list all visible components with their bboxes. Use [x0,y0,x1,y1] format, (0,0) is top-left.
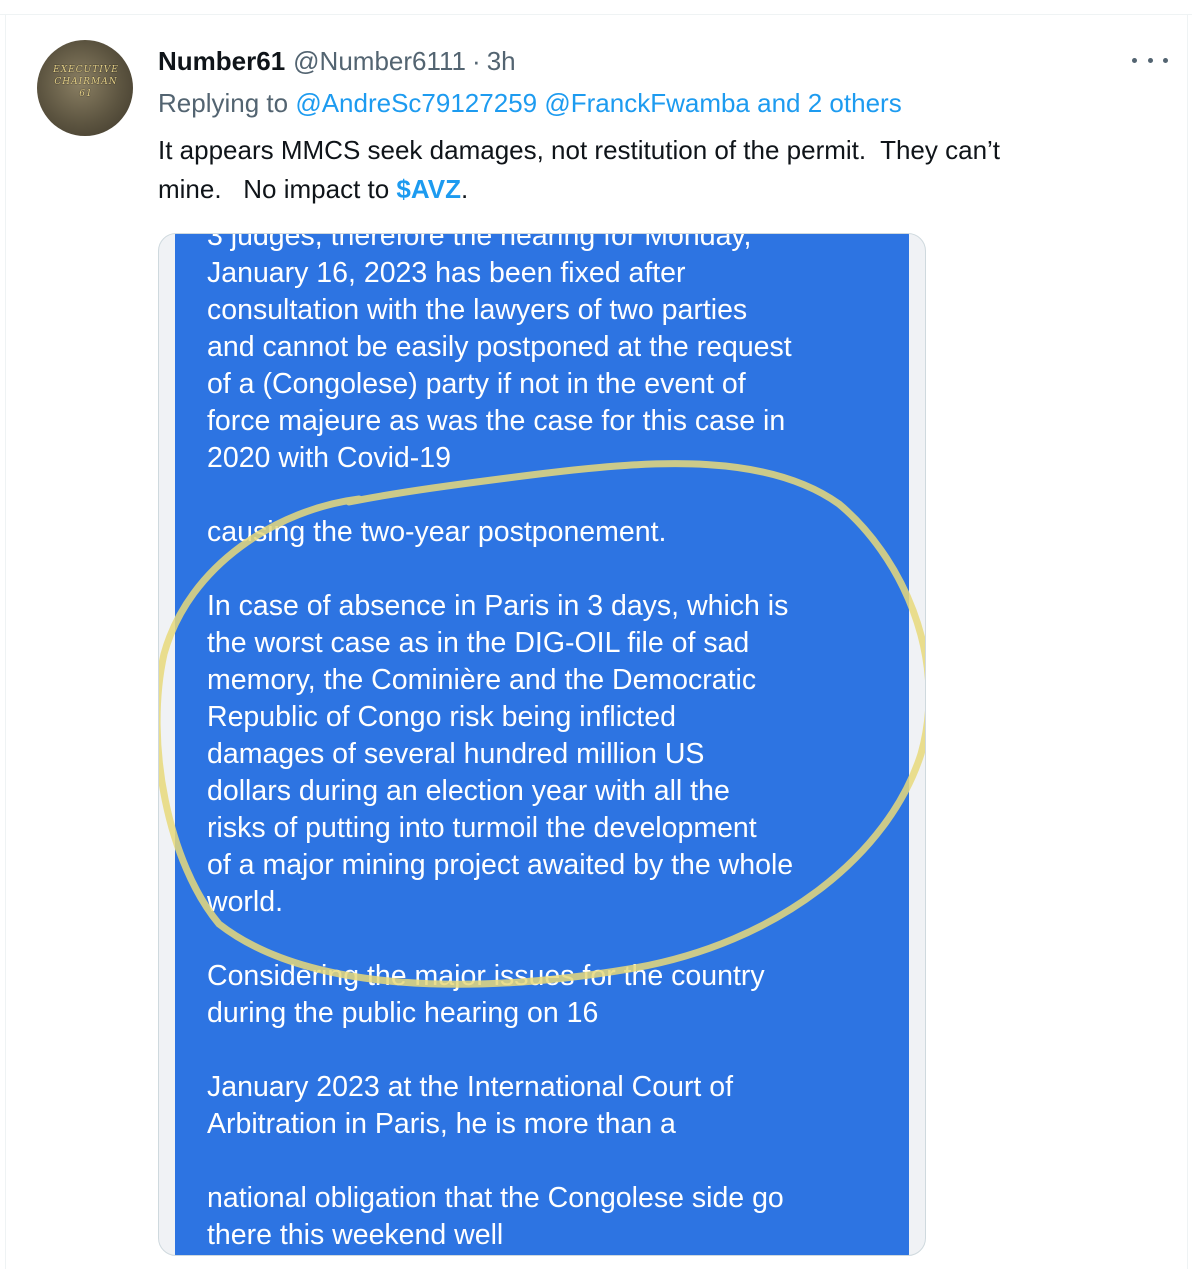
avatar[interactable]: EXECUTIVE CHAIRMAN 61 [37,40,133,136]
column-border-left [5,14,6,1269]
tweet-header: Number61 @Number6111 · 3h [158,44,516,78]
separator-dot: · [472,45,481,76]
tweet-image[interactable]: 3 judges, therefore the hearing for Mond… [158,233,926,1256]
replying-to: Replying to @AndreSc79127259 @FranckFwam… [158,88,902,119]
reply-mention-link[interactable]: @FranckFwamba [544,88,750,118]
column-border-right [1187,14,1188,1269]
avatar-text-line: 61 [79,89,93,99]
display-name[interactable]: Number61 [158,46,285,77]
timestamp[interactable]: 3h [487,46,516,77]
timeline-divider [0,14,1192,15]
tweet-text: It appears MMCS seek damages, not restit… [158,131,1168,209]
replying-prefix: Replying to [158,88,296,118]
reply-mention-link[interactable]: @AndreSc79127259 [295,88,537,118]
tweet-text-period: . [460,174,469,204]
highlighter-circle [159,460,925,988]
cashtag-link[interactable]: $AVZ [396,174,461,204]
user-handle[interactable]: @Number6111 [293,46,466,77]
tweet-text-line: It appears MMCS seek damages, not restit… [158,135,1001,165]
avatar-text-line: EXECUTIVE [53,65,119,75]
tweet-text-line: mine. No impact to [158,174,397,204]
avatar-text-line: CHAIRMAN [54,77,118,87]
avatar-nameplate: EXECUTIVE CHAIRMAN 61 [43,62,129,102]
more-horizontal-icon[interactable] [1132,48,1168,72]
reply-others-link[interactable]: and 2 others [757,88,902,118]
